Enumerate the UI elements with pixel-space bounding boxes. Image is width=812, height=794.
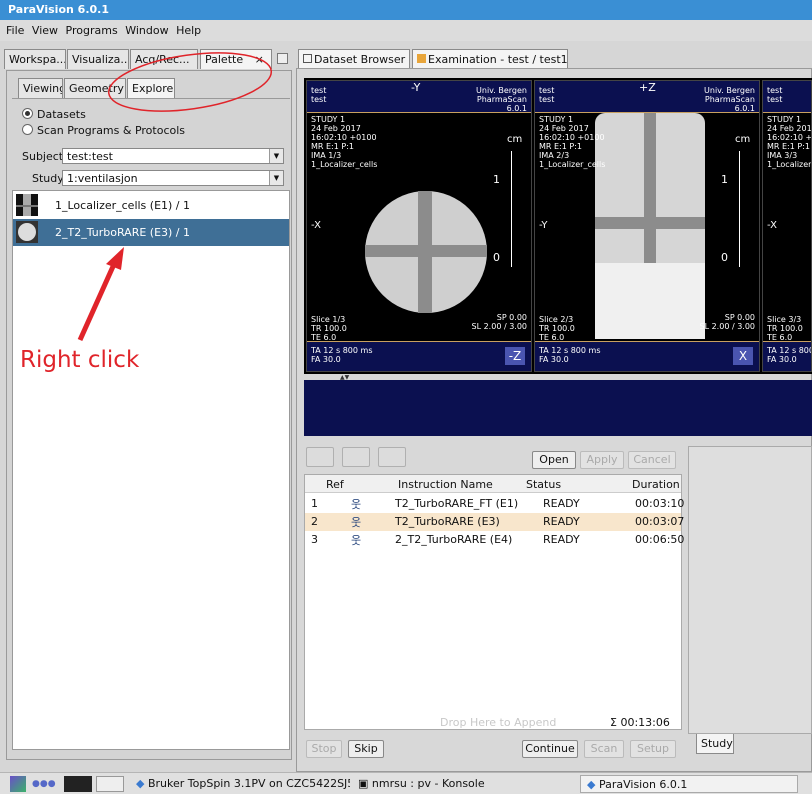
copy-icon[interactable] <box>342 447 370 467</box>
column-header-ref[interactable]: Ref <box>326 478 344 491</box>
scale-unit: cm <box>735 134 751 145</box>
viewer-subject: test test <box>767 86 783 104</box>
setup-button[interactable]: Setup <box>630 740 676 758</box>
phantom-image <box>595 113 705 339</box>
taskbar-item-paravision[interactable]: ◆ ParaVision 6.0.1 <box>580 775 798 793</box>
phantom-image <box>365 191 487 313</box>
study-pane <box>688 446 812 734</box>
duration-value: 00:03:07 <box>635 515 685 528</box>
viewer-study-info: STUDY 1 24 Feb 2017 16:02:10 +01 MR E:1 … <box>767 115 812 169</box>
drop-hint[interactable]: Drop Here to Append <box>440 716 556 729</box>
instruction-name: 2_T2_TurboRARE (E4) <box>395 533 513 546</box>
duplicate-icon[interactable] <box>378 447 406 467</box>
stop-button[interactable]: Stop <box>306 740 342 758</box>
viewer-site: Univ. Bergen PharmaScan 6.0.1 <box>704 86 755 113</box>
taskbar-item-label: ParaVision 6.0.1 <box>598 778 688 791</box>
acq-time: TA 12 s 800 ms FA 30.0 <box>539 346 601 364</box>
tab-dataset-browser[interactable]: Dataset Browser × <box>298 49 410 69</box>
acq-time: TA 12 s 800 m FA 30.0 <box>767 346 811 364</box>
scale-bar <box>511 151 512 267</box>
image-viewer-2[interactable]: test test +Z Univ. Bergen PharmaScan 6.0… <box>534 80 760 372</box>
viewer-subject: test test <box>311 86 327 104</box>
row-number: 3 <box>311 533 318 546</box>
examination-icon <box>417 54 426 63</box>
open-button[interactable]: Open <box>532 451 576 469</box>
orientation-left: -X <box>767 220 777 231</box>
tab-dataset-browser-label: Dataset Browser <box>314 53 406 66</box>
app-menu-icon[interactable] <box>10 776 26 792</box>
desktop-2-icon[interactable] <box>96 776 124 792</box>
duration-value: 00:03:10 <box>635 497 685 510</box>
scale-tick-label: 1 <box>493 173 500 186</box>
slice-info: Slice 2/3 TR 100.0 TE 6.0 <box>539 315 575 342</box>
cancel-button[interactable]: Cancel <box>628 451 676 469</box>
browser-icon <box>303 54 312 63</box>
scale-tick-label: 0 <box>493 251 500 264</box>
skip-button[interactable]: Skip <box>348 740 384 758</box>
info-area <box>304 380 812 436</box>
scale-tick-label: 0 <box>721 251 728 264</box>
status-value: READY <box>543 533 580 546</box>
scale-bar <box>739 151 740 267</box>
table-row[interactable]: 3 웃 2_T2_TurboRARE (E4) READY 00:06:50 <box>305 531 685 549</box>
continue-button[interactable]: Continue <box>522 740 578 758</box>
viewer-site: Univ. Bergen PharmaScan 6.0.1 <box>476 86 527 113</box>
slice-position: SP 0.00 SL 2.00 / 3.00 <box>471 313 527 331</box>
tab-examination-label: Examination - test / test15 <box>428 53 568 66</box>
instruction-name: T2_TurboRARE (E3) <box>395 515 500 528</box>
taskbar: ●●● ◆ Bruker TopSpin 3.1PV on CZC5422SJ5… <box>0 772 812 794</box>
desktop-1-icon[interactable] <box>64 776 92 792</box>
image-viewer-3[interactable]: test test STUDY 1 24 Feb 2017 16:02:10 +… <box>762 80 812 372</box>
tab-study[interactable]: Study <box>696 734 734 754</box>
scan-person-icon: 웃 <box>351 534 362 547</box>
orientation-left: -X <box>311 220 321 231</box>
instruction-name: T2_TurboRARE_FT (E1) <box>395 497 519 510</box>
bruker-icon: ◆ <box>136 777 148 790</box>
row-number: 1 <box>311 497 318 510</box>
apply-button[interactable]: Apply <box>580 451 624 469</box>
orientation-bottom[interactable]: -Z <box>505 347 525 365</box>
column-header-name[interactable]: Instruction Name <box>398 478 493 491</box>
row-number: 2 <box>311 515 318 528</box>
slice-position: SP 0.00 SL 2.00 / 3.00 <box>699 313 755 331</box>
taskbar-item-topspin[interactable]: ◆ Bruker TopSpin 3.1PV on CZC5422SJ5 as … <box>136 777 350 790</box>
duration-value: 00:06:50 <box>635 533 685 546</box>
status-value: READY <box>543 515 580 528</box>
tab-examination[interactable]: Examination - test / test15 × <box>412 49 568 69</box>
acq-time: TA 12 s 800 ms FA 30.0 <box>311 346 373 364</box>
annotation-circle <box>107 52 273 112</box>
viewer-study-info: STUDY 1 24 Feb 2017 16:02:10 +0100 MR E:… <box>539 115 606 169</box>
status-value: READY <box>543 497 580 510</box>
workspace-dots-icon[interactable]: ●●● <box>32 780 56 789</box>
table-header <box>305 475 681 493</box>
column-header-duration[interactable]: Duration <box>632 478 680 491</box>
scale-tick-label: 1 <box>721 173 728 186</box>
slice-info: Slice 1/3 TR 100.0 TE 6.0 <box>311 315 347 342</box>
undo-icon[interactable] <box>306 447 334 467</box>
table-row[interactable]: 1 웃 T2_TurboRARE_FT (E1) READY 00:03:10 <box>305 495 685 513</box>
scan-person-icon: 웃 <box>351 498 362 511</box>
scan-button[interactable]: Scan <box>584 740 624 758</box>
taskbar-item-label: nmrsu : pv - Konsole <box>371 777 485 790</box>
total-duration: Σ 00:13:06 <box>610 716 670 729</box>
viewer-study-info: STUDY 1 24 Feb 2017 16:02:10 +0100 MR E:… <box>311 115 378 169</box>
slice-info: Slice 3/3 TR 100.0 TE 6.0 <box>767 315 803 342</box>
bruker-icon: ◆ <box>587 778 599 791</box>
orientation-top: +Z <box>639 81 656 94</box>
viewer-subject: test test <box>539 86 555 104</box>
scale-unit: cm <box>507 134 523 145</box>
table-row-highlighted[interactable]: 2 웃 T2_TurboRARE (E3) READY 00:03:07 <box>305 513 685 531</box>
arrow-head-icon <box>106 247 124 270</box>
annotation-arrow <box>77 260 118 342</box>
terminal-icon: ▣ <box>358 777 372 790</box>
taskbar-item-konsole[interactable]: ▣ nmrsu : pv - Konsole <box>358 777 485 790</box>
orientation-top: -Y <box>411 81 421 94</box>
orientation-left: -Y <box>539 220 548 231</box>
column-header-status[interactable]: Status <box>526 478 561 491</box>
scan-person-icon: 웃 <box>351 516 362 529</box>
orientation-bottom[interactable]: X <box>733 347 753 365</box>
image-viewer-1[interactable]: test test -Y Univ. Bergen PharmaScan 6.0… <box>306 80 532 372</box>
taskbar-item-label: Bruker TopSpin 3.1PV on CZC5422SJ5 as nm <box>147 777 350 790</box>
annotation-label: Right click <box>20 347 140 373</box>
